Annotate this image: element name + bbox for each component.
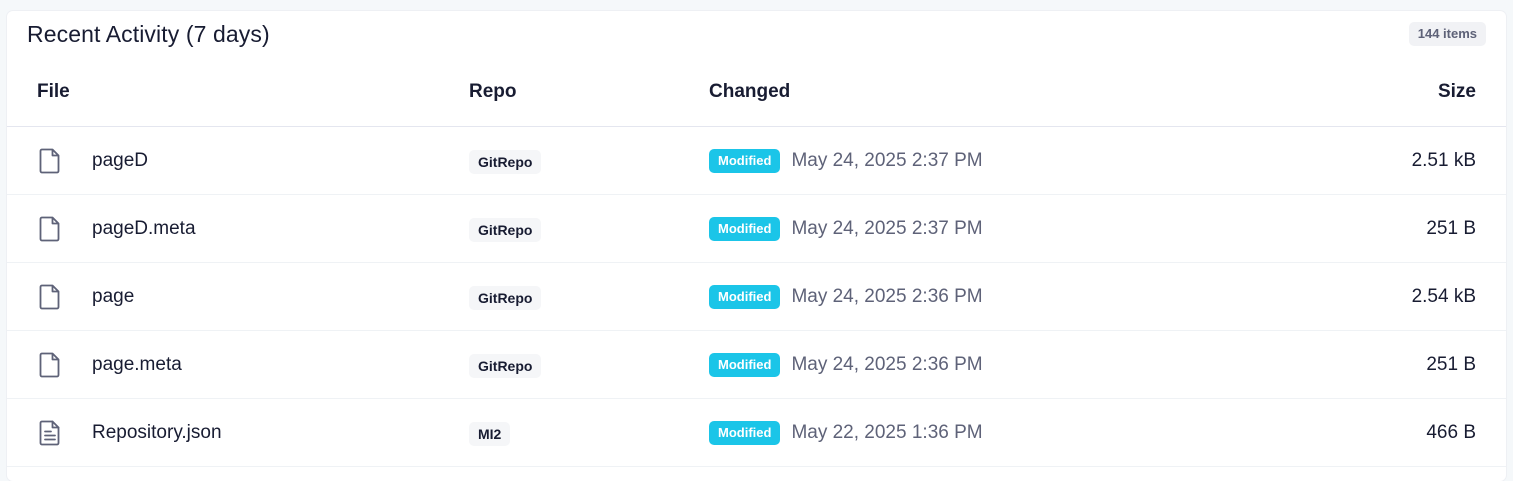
status-badge: Modified xyxy=(709,352,781,377)
file-name[interactable]: page xyxy=(92,286,134,308)
size-cell: 251 B xyxy=(1256,194,1506,263)
repo-badge: MI2 xyxy=(469,421,511,446)
table-row[interactable]: pageD GitRepo Modified May 24, 2025 2:37… xyxy=(7,126,1506,195)
repo-badge: GitRepo xyxy=(469,353,542,378)
status-badge: Modified xyxy=(709,216,781,241)
size-cell: 2.51 kB xyxy=(1256,126,1506,195)
size-cell: 2.54 kB xyxy=(1256,262,1506,331)
changed-cell: Modified May 24, 2025 2:37 PM xyxy=(709,126,1256,195)
table-row[interactable]: page GitRepo Modified May 24, 2025 2:36 … xyxy=(7,262,1506,331)
table-row[interactable]: Repository.json MI2 Modified May 22, 202… xyxy=(7,398,1506,467)
file-name[interactable]: pageD.meta xyxy=(92,218,196,240)
table-header-row: File Repo Changed Size xyxy=(7,57,1506,127)
repo-badge: GitRepo xyxy=(469,285,542,310)
repo-cell: MI2 xyxy=(469,398,709,467)
file-name[interactable]: pageD xyxy=(92,150,148,172)
column-header-repo[interactable]: Repo xyxy=(469,57,709,127)
panel-header: Recent Activity (7 days) 144 items xyxy=(7,11,1506,57)
column-header-size[interactable]: Size xyxy=(1256,57,1506,127)
file-name[interactable]: page.meta xyxy=(92,354,182,376)
table-row[interactable]: pageD.meta GitRepo Modified May 24, 2025… xyxy=(7,194,1506,263)
status-badge: Modified xyxy=(709,148,781,173)
timestamp: May 24, 2025 2:37 PM xyxy=(791,217,983,239)
timestamp: May 22, 2025 1:36 PM xyxy=(791,421,983,443)
file-cell: pageD.meta xyxy=(7,194,469,263)
repo-cell: GitRepo xyxy=(469,194,709,263)
changed-cell: Modified May 24, 2025 2:36 PM xyxy=(709,330,1256,399)
file-text-icon xyxy=(37,419,63,447)
repo-cell: GitRepo xyxy=(469,330,709,399)
repo-badge: GitRepo xyxy=(469,217,542,242)
size-cell: 466 B xyxy=(1256,398,1506,467)
file-cell: page.meta xyxy=(7,330,469,399)
file-icon xyxy=(37,147,63,175)
status-badge: Modified xyxy=(709,284,781,309)
item-count-badge: 144 items xyxy=(1408,22,1486,46)
file-name[interactable]: Repository.json xyxy=(92,422,222,444)
timestamp: May 24, 2025 2:37 PM xyxy=(791,149,983,171)
changed-cell: Modified May 24, 2025 2:37 PM xyxy=(709,194,1256,263)
file-cell: pageD xyxy=(7,126,469,195)
file-cell: Repository.json xyxy=(7,398,469,467)
panel-title: Recent Activity (7 days) xyxy=(27,21,270,47)
file-cell: page xyxy=(7,262,469,331)
file-icon xyxy=(37,351,63,379)
timestamp: May 24, 2025 2:36 PM xyxy=(791,353,983,375)
status-badge: Modified xyxy=(709,420,781,445)
column-header-changed[interactable]: Changed xyxy=(709,57,1256,127)
file-icon xyxy=(37,283,63,311)
size-cell: 251 B xyxy=(1256,330,1506,399)
activity-table: File Repo Changed Size pageD GitRepo Mod… xyxy=(7,57,1506,467)
changed-cell: Modified May 22, 2025 1:36 PM xyxy=(709,398,1256,467)
column-header-file[interactable]: File xyxy=(7,57,469,127)
timestamp: May 24, 2025 2:36 PM xyxy=(791,285,983,307)
repo-cell: GitRepo xyxy=(469,262,709,331)
repo-badge: GitRepo xyxy=(469,149,542,174)
recent-activity-panel: Recent Activity (7 days) 144 items File … xyxy=(7,11,1506,481)
table-row[interactable]: page.meta GitRepo Modified May 24, 2025 … xyxy=(7,330,1506,399)
repo-cell: GitRepo xyxy=(469,126,709,195)
file-icon xyxy=(37,215,63,243)
changed-cell: Modified May 24, 2025 2:36 PM xyxy=(709,262,1256,331)
